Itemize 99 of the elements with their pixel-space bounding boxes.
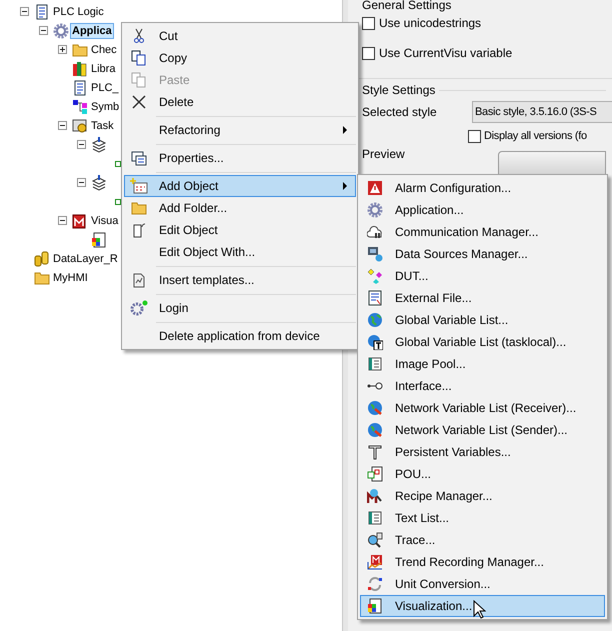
text-list-icon [367, 510, 383, 526]
gear-icon [367, 202, 383, 218]
mouse-pointer-icon [473, 600, 486, 620]
copy-icon [131, 50, 147, 66]
collapse-toggle[interactable] [58, 216, 67, 225]
collapse-toggle[interactable] [77, 140, 86, 149]
menu-item[interactable]: Persistent Variables... [360, 441, 605, 463]
menu-item[interactable]: Application... [360, 199, 605, 221]
field-label: Selected style [362, 105, 438, 119]
document-icon [72, 80, 88, 96]
books-icon [72, 60, 88, 76]
menu-item[interactable]: Alarm Configuration... [360, 177, 605, 199]
data-sources-icon [367, 246, 383, 262]
tree-item[interactable]: Applica [70, 22, 114, 38]
menu-item[interactable]: Trend Recording Manager... [360, 551, 605, 573]
group-heading: Style Settings [362, 83, 436, 97]
trend-icon [367, 554, 383, 570]
menu-item[interactable]: DUT... [360, 265, 605, 287]
tree-item[interactable]: PLC_ [89, 80, 121, 96]
collapse-toggle[interactable] [77, 178, 86, 187]
menu-item[interactable]: Login [124, 297, 356, 319]
checkbox-label: Use CurrentVisu variable [379, 46, 512, 60]
checkbox[interactable] [362, 46, 375, 60]
menu-item[interactable]: Delete application from device [124, 325, 356, 347]
key-line-icon [367, 381, 383, 391]
menu-item[interactable]: Add Folder... [124, 197, 356, 219]
delete-icon [132, 95, 146, 109]
pou-icon [367, 466, 383, 482]
menu-item[interactable]: Delete [124, 91, 356, 113]
menu-item[interactable]: External File... [360, 287, 605, 309]
tree-item[interactable]: Symb [89, 98, 122, 114]
menu-item[interactable]: Global Variable List... [360, 309, 605, 331]
visualization-icon [367, 598, 383, 614]
checkbox-label: Display all versions (fo [484, 130, 587, 142]
menu-item[interactable]: Add Object [124, 175, 356, 197]
menu-item[interactable]: Edit Object With... [124, 241, 356, 263]
checkbox[interactable] [468, 130, 481, 142]
document-icon [34, 4, 50, 20]
document-icon [367, 290, 383, 306]
menu-item[interactable]: Cut [124, 25, 356, 47]
add-object-icon [130, 178, 148, 194]
collapse-toggle[interactable] [20, 7, 29, 16]
visualization-manager-icon [72, 212, 88, 228]
tree-item[interactable]: Chec [89, 42, 119, 58]
menu-item[interactable]: Copy [124, 47, 356, 69]
group-heading: General Settings [362, 0, 452, 12]
menu-item[interactable]: POU... [360, 463, 605, 485]
menu-item[interactable]: Trace... [360, 529, 605, 551]
image-list-icon [367, 356, 383, 372]
expand-toggle[interactable] [58, 45, 67, 54]
scissors-icon [133, 28, 145, 44]
menu-item[interactable]: Global Variable List (tasklocal)... [360, 331, 605, 353]
tree-item[interactable]: Libra [89, 60, 118, 76]
globe-icon [367, 312, 383, 328]
gear-icon [52, 22, 68, 38]
collapse-toggle[interactable] [39, 26, 48, 35]
task-config-icon [72, 118, 88, 134]
collapse-toggle[interactable] [58, 121, 67, 130]
style-dropdown[interactable]: Basic style, 3.5.16.0 (3S-S [472, 101, 612, 123]
diamonds-icon [367, 268, 383, 284]
menu-item[interactable]: Image Pool... [360, 353, 605, 375]
magnifier-icon [367, 532, 383, 548]
menu-item[interactable]: Refactoring [124, 119, 356, 141]
menu-item[interactable]: Data Sources Manager... [360, 243, 605, 265]
menu-item[interactable]: Unit Conversion... [360, 573, 605, 595]
checkbox-label: Use unicodestrings [379, 16, 482, 30]
checkbox[interactable] [362, 16, 375, 30]
folder-icon [131, 201, 147, 215]
paste-icon [131, 72, 147, 88]
tree-item[interactable]: Task [89, 118, 116, 134]
menu-item[interactable]: Properties... [124, 147, 356, 169]
tree-item[interactable]: Visua [89, 212, 120, 228]
document-arrow-icon [131, 222, 147, 238]
menu-item[interactable]: Visualization... [360, 595, 605, 617]
tree-item[interactable]: MyHMI [51, 270, 90, 286]
t-shape-icon [368, 444, 382, 460]
globe-t-icon [367, 334, 383, 350]
menu-item[interactable]: Text List... [360, 507, 605, 529]
database-icon [34, 250, 50, 266]
tree-item[interactable]: PLC Logic [51, 4, 106, 20]
menu-item[interactable]: Network Variable List (Sender)... [360, 419, 605, 441]
menu-item[interactable]: Interface... [360, 375, 605, 397]
field-label: Preview [362, 147, 406, 161]
menu-item[interactable]: Edit Object [124, 219, 356, 241]
folder-icon [34, 270, 50, 284]
colored-squares-icon [72, 98, 88, 114]
template-icon [131, 272, 147, 288]
menu-item[interactable]: Insert templates... [124, 269, 356, 291]
warning-icon [367, 180, 383, 196]
menu-item[interactable]: Recipe Manager... [360, 485, 605, 507]
folder-icon [72, 42, 88, 56]
menu-item[interactable]: Communication Manager... [360, 221, 605, 243]
recipe-icon [367, 488, 383, 504]
properties-icon [131, 150, 147, 166]
menu-item[interactable]: Network Variable List (Receiver)... [360, 397, 605, 419]
circular-arrows-icon [367, 576, 383, 592]
cloud-icon [367, 225, 383, 239]
tree-item[interactable]: DataLayer_R [51, 250, 120, 266]
gear-dot-icon [130, 300, 148, 316]
